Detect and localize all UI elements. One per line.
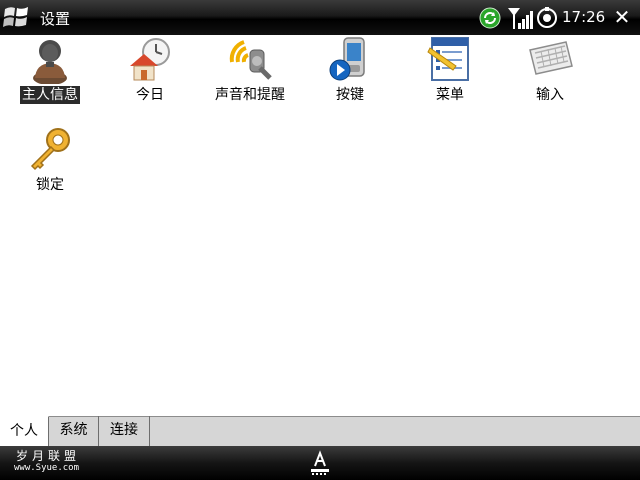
sound-notification-icon <box>229 40 272 80</box>
owner-info-icon <box>33 40 67 84</box>
windows-flag-icon[interactable] <box>2 4 32 30</box>
tab-personal[interactable]: 个人 <box>0 416 49 446</box>
settings-item-owner-info[interactable]: 主人信息 <box>0 36 100 114</box>
keyboard-input-icon <box>529 41 573 75</box>
menus-icon <box>427 37 469 81</box>
buttons-phone-icon <box>329 37 365 81</box>
input-panel-keyboard-icon[interactable] <box>308 450 332 476</box>
settings-item-label: 锁定 <box>36 177 64 193</box>
tab-label: 个人 <box>10 423 38 439</box>
settings-item-label: 声音和提醒 <box>215 87 285 103</box>
settings-item-input[interactable]: 输入 <box>500 36 600 114</box>
volume-icon[interactable] <box>536 7 558 29</box>
settings-item-lock[interactable]: 锁定 <box>0 126 100 204</box>
watermark-url: www.Syue.com <box>14 463 80 473</box>
clock[interactable]: 17:26 <box>562 8 605 26</box>
window-title: 设置 <box>40 10 71 28</box>
tab-label: 系统 <box>59 422 88 438</box>
settings-item-buttons[interactable]: 按键 <box>300 36 400 114</box>
close-button[interactable]: ✕ <box>612 7 632 27</box>
close-icon: ✕ <box>613 5 631 29</box>
signal-strength-icon[interactable] <box>507 6 533 30</box>
settings-item-label: 输入 <box>536 87 564 103</box>
settings-item-label: 菜单 <box>436 87 464 103</box>
settings-item-today[interactable]: 今日 <box>100 36 200 114</box>
tab-strip: 个人 系统 连接 <box>0 416 640 446</box>
tab-system[interactable]: 系统 <box>49 416 99 446</box>
settings-item-sounds[interactable]: 声音和提醒 <box>200 36 300 114</box>
title-bar: 设置 17:26 ✕ <box>0 0 640 35</box>
softkey-bar: 岁月联盟 www.Syue.com <box>0 446 640 480</box>
today-clock-house-icon <box>130 38 170 81</box>
settings-item-label: 按键 <box>336 87 364 103</box>
lock-key-icon <box>30 128 70 171</box>
settings-item-label: 今日 <box>136 87 164 103</box>
settings-item-menus[interactable]: 菜单 <box>400 36 500 114</box>
settings-item-label: 主人信息 <box>20 86 80 104</box>
tab-connections[interactable]: 连接 <box>99 416 150 446</box>
tab-label: 连接 <box>110 422 138 438</box>
sync-icon[interactable] <box>479 7 501 29</box>
settings-screen: 设置 17:26 ✕ 主人信息 今日 声音和提醒 按键 菜单 输入 锁定 个人 … <box>0 0 640 480</box>
watermark-title: 岁月联盟 <box>16 449 81 463</box>
